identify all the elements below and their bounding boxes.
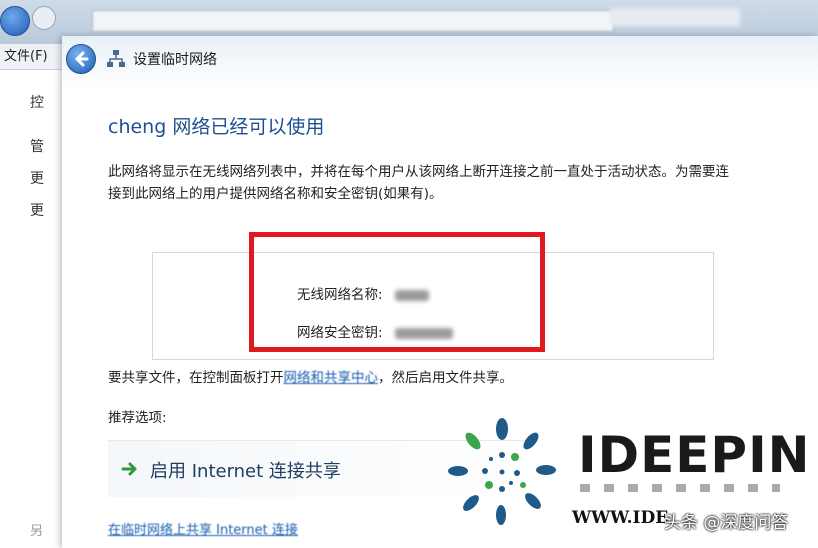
background-menu-file[interactable]: 文件(F) [0,44,62,70]
watermark-brand: IDEEPIN [578,426,811,484]
background-address-bar[interactable] [92,10,614,32]
share-prefix: 要共享文件，在控制面板打开 [108,370,284,386]
back-button[interactable] [66,44,96,74]
share-suffix: ，然后启用文件共享。 [378,370,513,386]
recommended-label: 推荐选项: [108,410,167,426]
arrow-left-icon [75,51,89,67]
background-side-item[interactable]: 管 [30,136,44,156]
share-instructions: 要共享文件，在控制面板打开网络和共享中心，然后启用文件共享。 [108,366,513,386]
background-bottom-text: 另 [30,524,44,539]
highlight-annotation [249,232,545,352]
background-side-item[interactable]: 控 [30,92,44,112]
description-text: 此网络将显示在无线网络列表中，并将在每个用户从该网络上断开连接之前一直处于活动状… [108,164,729,202]
watermark-url: WWW.IDE [572,508,669,528]
dialog-title: 设置临时网络 [133,52,217,68]
background-side-item[interactable]: 更 [30,168,44,188]
background-forward-button[interactable] [32,6,56,30]
background-back-button[interactable] [0,6,30,36]
green-arrow-icon [121,462,137,476]
enable-ics-label: 启用 Internet 连接共享 [150,461,341,482]
background-search-box[interactable] [610,8,740,26]
share-internet-link[interactable]: 在临时网络上共享 Internet 连接 [108,519,298,538]
ideepin-logo-icon [448,418,556,525]
background-side-item[interactable]: 更 [30,200,44,220]
background-sidebar [0,44,62,548]
page-heading: cheng 网络已经可以使用 [108,116,325,138]
dialog-header: 设置临时网络 [62,36,818,88]
network-sharing-center-link[interactable]: 网络和共享中心 [284,370,379,386]
watermark-tagline [580,484,780,492]
watermark-credit: 头条 @深度问答 [664,513,789,533]
network-icon [107,50,125,67]
